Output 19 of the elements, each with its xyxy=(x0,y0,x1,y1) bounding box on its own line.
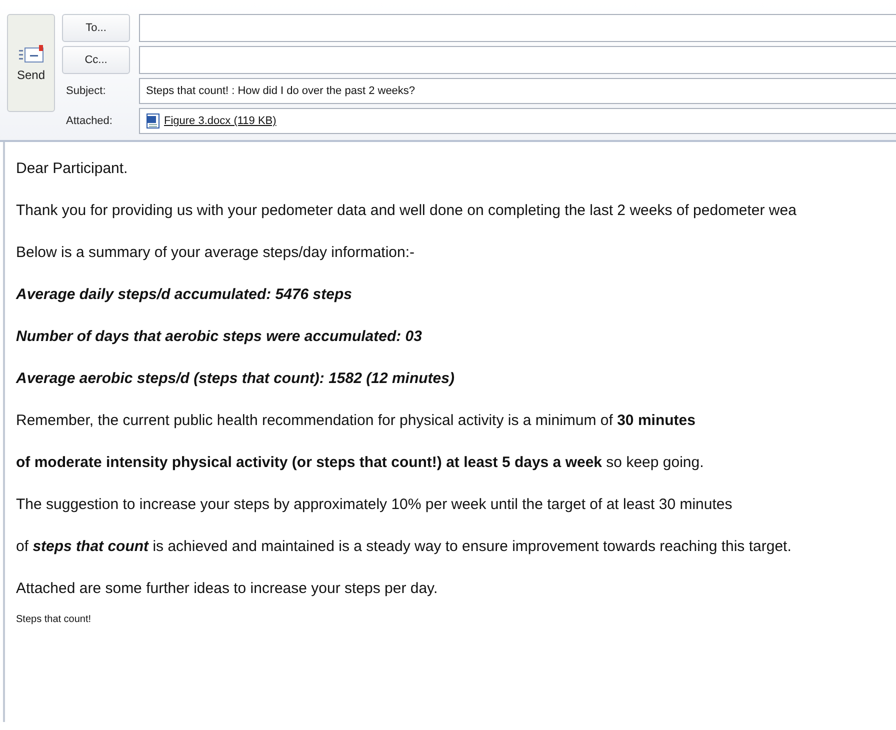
subject-field[interactable]: Steps that count! : How did I do over the past 2 weeks? xyxy=(139,78,896,104)
body-text: Dear Participant. xyxy=(16,159,129,179)
body-text: Attached are some further ideas to increase your steps per day. xyxy=(16,579,439,599)
body-text: of steps that count is achieved and maintained is a steady way to ensure improvement towards reaching this target. xyxy=(16,537,792,557)
attached-label: Attached: xyxy=(65,115,114,127)
body-text: Average aerobic steps/d (steps that count): 1582 (12 minutes) xyxy=(16,369,456,389)
body-text: Thank you for providing us with your pedometer data and well done on completing the last 2 weeks of pedometer wea xyxy=(16,201,798,221)
body-text: Below is a summary of your average steps/day information:- xyxy=(16,243,416,263)
body-text: The suggestion to increase your steps by approximately 10% per week until the target of at least 30 minutes xyxy=(16,495,734,515)
body-text: Average daily steps/d accumulated: 5476 steps xyxy=(16,285,353,305)
subject-label: Subject: xyxy=(65,85,107,97)
body-text: Remember, the current public health recommendation for physical activity is a minimum of 30 minutes xyxy=(16,411,696,431)
body-text: Number of days that aerobic steps were accumulated: 03 xyxy=(16,327,423,347)
to-button[interactable]: To... xyxy=(62,14,130,42)
cc-button[interactable]: Cc... xyxy=(62,46,130,74)
body-text: Steps that count! xyxy=(16,613,92,627)
attachment-link[interactable]: Figure 3.docx (119 KB) xyxy=(164,115,276,127)
body-text: of moderate intensity physical activity (or steps that count!) at least 5 days a week so keep going. xyxy=(16,453,705,473)
send-button[interactable]: Send xyxy=(7,14,55,112)
